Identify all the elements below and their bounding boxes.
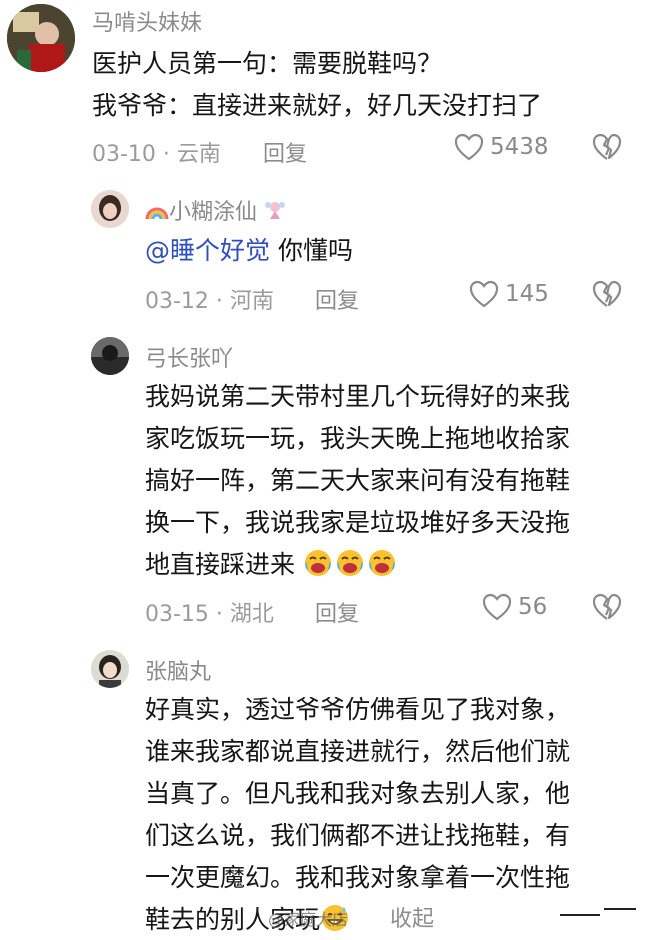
broken-heart-icon	[592, 280, 622, 307]
comment-line: 你懂吗	[270, 236, 353, 265]
like-button[interactable]: 56	[482, 593, 547, 621]
comment-line: 们这么说，我们俩都不进让找拖鞋，有	[145, 821, 571, 850]
comment-line: 我妈说第二天带村里几个玩得好的来我	[145, 382, 571, 411]
comment-line: 当真了。但凡我和我对象去别人家，他	[145, 779, 571, 808]
reply-button[interactable]: 回复	[263, 136, 307, 168]
dislike-button[interactable]	[592, 280, 622, 312]
mention-link[interactable]: @睡个好觉	[145, 236, 270, 265]
avatar[interactable]	[7, 4, 75, 72]
comment-line: 家吃饭玩一玩，我头天晚上拖地收拾家	[145, 424, 571, 453]
comment-line: 谁来我家都说直接进就行，然后他们就	[145, 737, 571, 766]
heart-icon	[469, 280, 499, 308]
comment-line: 一次更魔幻。我和我对象拿着一次性拖	[145, 863, 571, 892]
dislike-button[interactable]	[592, 133, 622, 165]
comment-text: @睡个好觉 你懂吗	[145, 231, 353, 271]
like-count: 145	[505, 281, 549, 307]
crying-laughing-emoji-icon	[304, 550, 331, 576]
like-button[interactable]: 145	[469, 280, 549, 308]
comment-line: 地直接踩进来	[145, 550, 296, 579]
comment-text: 我妈说第二天带村里几个玩得好的来我 家吃饭玩一玩，我头天晚上拖地收拾家 搞好一阵…	[145, 377, 570, 585]
crying-laughing-emoji-icon	[368, 550, 395, 576]
reply-button[interactable]: 回复	[315, 283, 359, 315]
comment-line: 搞好一阵，第二天大家来问有没有拖鞋	[145, 466, 571, 495]
username[interactable]: 小糊涂仙	[145, 194, 286, 227]
comment-date-location: 03-10 · 云南	[92, 142, 221, 167]
like-count: 5438	[490, 134, 549, 160]
rainbow-icon	[145, 201, 169, 227]
collapse-button[interactable]: 收起	[390, 901, 434, 933]
like-count: 56	[518, 594, 548, 620]
username[interactable]: 马啃头妹妹	[92, 5, 202, 37]
avatar[interactable]	[91, 337, 129, 375]
divider-line	[560, 914, 600, 916]
crying-laughing-emoji-icon	[336, 550, 363, 576]
dislike-button[interactable]	[592, 593, 622, 625]
comment-text: 好真实，透过爷爷仿佛看见了我对象， 谁来我家都说直接进就行，然后他们就 当真了。…	[145, 690, 570, 940]
divider-line	[604, 908, 636, 910]
username[interactable]: 张脑丸	[145, 654, 211, 686]
comment-text: 医护人员第一句：需要脱鞋吗？ 我爷爷：直接进来就好，好几天没打扫了	[92, 44, 542, 126]
crying-emoji-group	[295, 550, 399, 579]
heart-icon	[454, 133, 484, 161]
comment-line: 换一下，我说我家是垃圾堆好多天没拖	[145, 508, 571, 537]
comment-line: 好真实，透过爷爷仿佛看见了我对象，	[145, 695, 571, 724]
comment-date-location: 03-12 · 河南	[145, 289, 274, 314]
like-button[interactable]: 5438	[454, 133, 549, 161]
comment-line: 我爷爷：直接进来就好，好几天没打扫了	[92, 91, 543, 120]
heart-icon	[482, 593, 512, 621]
avatar[interactable]	[91, 190, 129, 228]
broken-heart-icon	[592, 133, 622, 160]
fairy-icon	[264, 199, 286, 227]
username-text: 小糊涂仙	[169, 200, 258, 225]
reply-button[interactable]: 回复	[315, 596, 359, 628]
broken-heart-icon	[592, 593, 622, 620]
avatar[interactable]	[91, 650, 129, 688]
comment-line: 医护人员第一句：需要脱鞋吗？	[92, 49, 443, 78]
watermark: @家庭大店	[268, 910, 349, 929]
comment-date-location: 03-15 · 湖北	[145, 602, 274, 627]
username[interactable]: 弓长张吖	[145, 341, 233, 373]
